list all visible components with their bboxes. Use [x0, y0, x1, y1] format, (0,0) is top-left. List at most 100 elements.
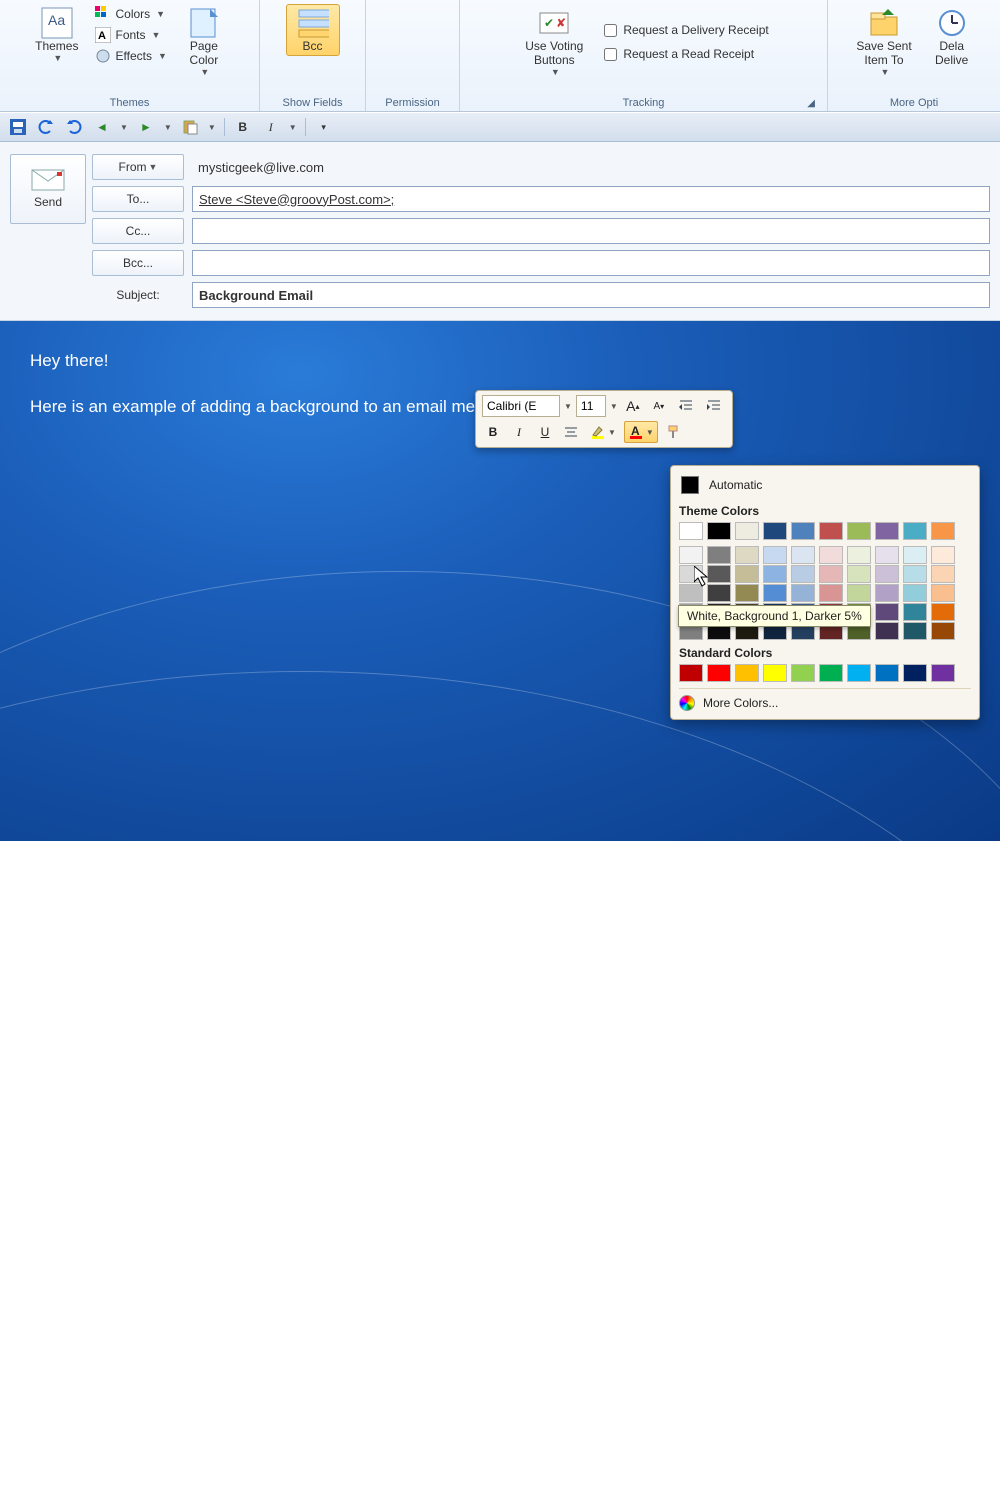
- grow-font-button[interactable]: A▴: [622, 395, 644, 417]
- save-button[interactable]: [8, 117, 28, 137]
- paste-button[interactable]: [180, 117, 200, 137]
- mini-center-button[interactable]: [560, 421, 582, 443]
- increase-indent-button[interactable]: [702, 395, 726, 417]
- to-button[interactable]: To...: [92, 186, 184, 212]
- color-swatch[interactable]: [903, 546, 927, 564]
- color-swatch[interactable]: [903, 522, 927, 540]
- fonts-button[interactable]: A Fonts▼: [91, 25, 170, 45]
- next-dropdown-icon[interactable]: ▼: [164, 123, 172, 132]
- color-swatch[interactable]: [931, 584, 955, 602]
- format-painter-button[interactable]: [662, 421, 686, 443]
- automatic-row[interactable]: Automatic: [679, 472, 971, 502]
- to-input[interactable]: Steve <Steve@groovyPost.com>;: [192, 186, 990, 212]
- bold-button[interactable]: B: [233, 117, 253, 137]
- color-swatch[interactable]: [819, 565, 843, 583]
- color-swatch[interactable]: [847, 546, 871, 564]
- mini-italic-button[interactable]: I: [508, 421, 530, 443]
- subject-input[interactable]: Background Email: [192, 282, 990, 308]
- redo-button[interactable]: [64, 117, 84, 137]
- color-swatch[interactable]: [875, 522, 899, 540]
- color-swatch[interactable]: [875, 664, 899, 682]
- mini-bold-button[interactable]: B: [482, 421, 504, 443]
- color-swatch[interactable]: [763, 565, 787, 583]
- voting-button[interactable]: ✔✘ Use Voting Buttons ▼: [518, 4, 590, 80]
- shrink-font-button[interactable]: A▾: [648, 395, 670, 417]
- color-swatch[interactable]: [903, 664, 927, 682]
- next-button[interactable]: ►: [136, 117, 156, 137]
- color-swatch[interactable]: [679, 522, 703, 540]
- color-swatch[interactable]: [903, 622, 927, 640]
- color-swatch[interactable]: [875, 603, 899, 621]
- previous-button[interactable]: ◄: [92, 117, 112, 137]
- read-receipt-input[interactable]: [604, 48, 617, 61]
- italic-dropdown-icon[interactable]: ▼: [289, 123, 297, 132]
- color-swatch[interactable]: [847, 565, 871, 583]
- bcc-field-button[interactable]: Bcc...: [92, 250, 184, 276]
- themes-button[interactable]: Aa Themes ▼: [28, 4, 85, 66]
- from-button[interactable]: From ▼: [92, 154, 184, 180]
- color-swatch[interactable]: [763, 522, 787, 540]
- color-swatch[interactable]: [819, 522, 843, 540]
- color-swatch[interactable]: [791, 584, 815, 602]
- color-swatch[interactable]: [707, 664, 731, 682]
- color-swatch[interactable]: [791, 522, 815, 540]
- mini-underline-button[interactable]: U: [534, 421, 556, 443]
- effects-button[interactable]: Effects▼: [91, 46, 170, 66]
- paste-dropdown-icon[interactable]: ▼: [208, 123, 216, 132]
- send-button[interactable]: Send: [10, 154, 86, 224]
- more-colors-row[interactable]: More Colors...: [679, 688, 971, 711]
- color-swatch[interactable]: [875, 565, 899, 583]
- color-swatch[interactable]: [903, 603, 927, 621]
- color-swatch[interactable]: [735, 565, 759, 583]
- read-receipt-checkbox[interactable]: Request a Read Receipt: [604, 45, 768, 63]
- color-swatch[interactable]: [707, 565, 731, 583]
- decrease-indent-button[interactable]: [674, 395, 698, 417]
- color-swatch[interactable]: [903, 584, 927, 602]
- color-swatch[interactable]: [931, 522, 955, 540]
- color-swatch[interactable]: [735, 522, 759, 540]
- cc-input[interactable]: [192, 218, 990, 244]
- delay-delivery-button[interactable]: Dela Delive: [925, 4, 979, 70]
- color-swatch[interactable]: [763, 584, 787, 602]
- bcc-button[interactable]: Bcc: [286, 4, 340, 56]
- color-swatch[interactable]: [735, 584, 759, 602]
- bcc-input[interactable]: [192, 250, 990, 276]
- color-swatch[interactable]: [735, 664, 759, 682]
- save-sent-button[interactable]: Save Sent Item To ▼: [849, 4, 918, 80]
- color-swatch[interactable]: [763, 546, 787, 564]
- color-swatch[interactable]: [875, 546, 899, 564]
- colors-button[interactable]: Colors▼: [91, 4, 170, 24]
- color-swatch[interactable]: [735, 546, 759, 564]
- highlight-button[interactable]: ▼: [586, 421, 620, 443]
- color-swatch[interactable]: [875, 622, 899, 640]
- color-swatch[interactable]: [707, 522, 731, 540]
- prev-dropdown-icon[interactable]: ▼: [120, 123, 128, 132]
- color-swatch[interactable]: [679, 546, 703, 564]
- color-swatch[interactable]: [819, 584, 843, 602]
- color-swatch[interactable]: [819, 664, 843, 682]
- color-swatch[interactable]: [847, 522, 871, 540]
- color-swatch[interactable]: [931, 622, 955, 640]
- italic-button[interactable]: I: [261, 117, 281, 137]
- cc-button[interactable]: Cc...: [92, 218, 184, 244]
- color-swatch[interactable]: [931, 603, 955, 621]
- color-swatch[interactable]: [791, 546, 815, 564]
- font-dropdown-icon[interactable]: ▼: [564, 402, 572, 411]
- undo-button[interactable]: [36, 117, 56, 137]
- font-name-input[interactable]: [482, 395, 560, 417]
- color-swatch[interactable]: [931, 565, 955, 583]
- color-swatch[interactable]: [791, 565, 815, 583]
- color-swatch[interactable]: [819, 546, 843, 564]
- page-color-button[interactable]: Page Color ▼: [177, 4, 231, 80]
- delivery-receipt-input[interactable]: [604, 24, 617, 37]
- color-swatch[interactable]: [931, 664, 955, 682]
- font-size-input[interactable]: [576, 395, 606, 417]
- tracking-dialog-launcher[interactable]: ◢: [805, 98, 817, 109]
- font-color-button[interactable]: A▼: [624, 421, 658, 443]
- color-swatch[interactable]: [875, 584, 899, 602]
- qat-customize-button[interactable]: ▾: [314, 117, 334, 137]
- color-swatch[interactable]: [707, 546, 731, 564]
- color-swatch[interactable]: [679, 584, 703, 602]
- color-swatch[interactable]: [903, 565, 927, 583]
- color-swatch[interactable]: [847, 584, 871, 602]
